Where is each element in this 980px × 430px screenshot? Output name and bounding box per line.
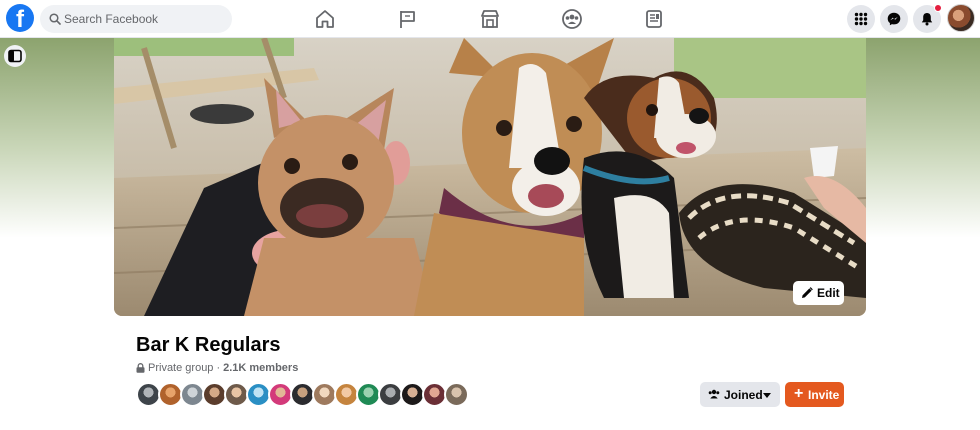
pencil-icon	[802, 287, 813, 298]
gaming-icon[interactable]	[643, 8, 665, 30]
member-avatar[interactable]	[444, 382, 469, 407]
notifications-button[interactable]	[913, 4, 942, 33]
meta-separator: ·	[216, 362, 221, 374]
sidebar-panel-icon	[8, 49, 22, 63]
top-navigation-bar: f	[0, 0, 980, 38]
edit-cover-button[interactable]: Edit	[793, 281, 844, 305]
plus-icon: +	[794, 385, 804, 402]
people-icon	[708, 389, 720, 399]
menu-grid-icon	[854, 12, 868, 26]
group-name[interactable]: Bar K Regulars	[136, 334, 281, 357]
groups-icon[interactable]	[561, 8, 583, 30]
search-icon	[49, 13, 61, 25]
facebook-logo[interactable]: f	[6, 4, 34, 32]
group-cover-photo	[114, 38, 866, 316]
messenger-icon	[887, 12, 901, 26]
chevron-down-icon	[763, 393, 771, 398]
profile-avatar[interactable]	[947, 4, 975, 32]
home-icon[interactable]	[314, 8, 336, 30]
lock-icon	[136, 363, 145, 373]
pages-flag-icon[interactable]	[397, 8, 419, 30]
invite-label: Invite	[808, 388, 840, 402]
search-input[interactable]	[64, 5, 224, 33]
joined-dropdown-button[interactable]: Joined	[700, 382, 780, 407]
marketplace-icon[interactable]	[479, 8, 501, 30]
edit-cover-label: Edit	[817, 286, 840, 300]
sidebar-toggle-button[interactable]	[4, 45, 26, 67]
notification-badge	[934, 4, 942, 12]
group-privacy[interactable]: Private group	[148, 362, 213, 374]
group-member-count[interactable]: 2.1K members	[223, 362, 298, 374]
joined-label: Joined	[724, 388, 763, 402]
notifications-bell-icon	[921, 13, 933, 26]
group-meta: Private group · 2.1K members	[136, 362, 298, 374]
search-box[interactable]	[40, 5, 232, 33]
messenger-button[interactable]	[880, 5, 908, 33]
invite-button[interactable]: + Invite	[785, 382, 844, 407]
dogs-cover-image	[114, 38, 866, 316]
menu-grid-button[interactable]	[847, 5, 875, 33]
